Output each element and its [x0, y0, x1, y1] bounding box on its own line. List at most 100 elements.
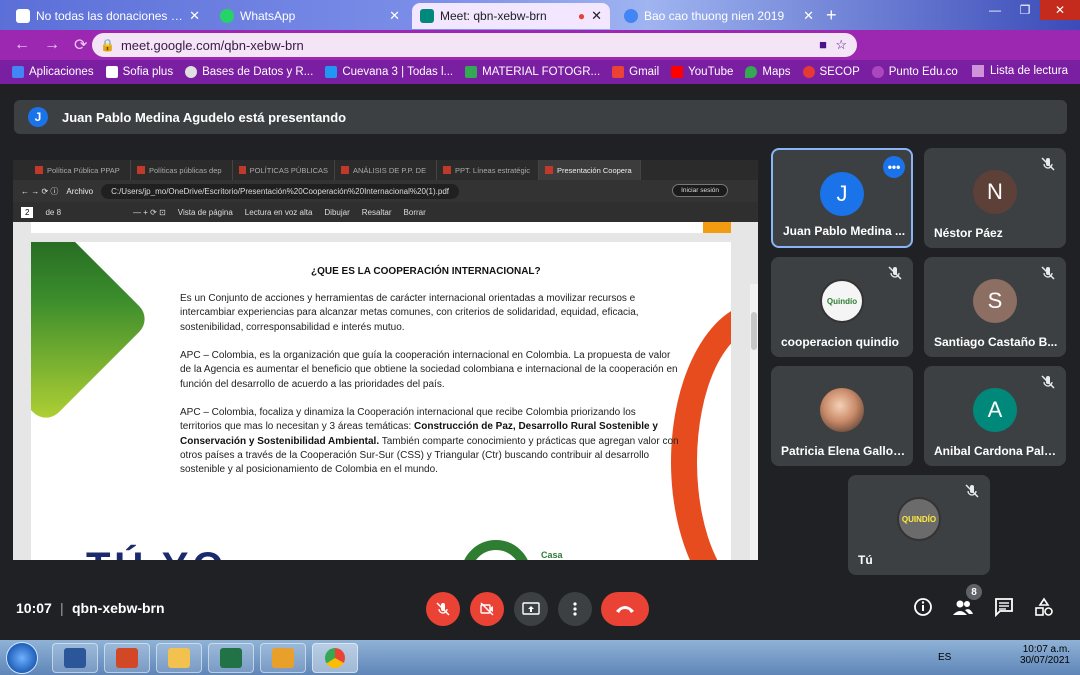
pdf-tool: Resaltar — [361, 207, 392, 217]
participant-tile-juan-pablo[interactable]: J ••• Juan Pablo Medina ... — [771, 148, 913, 248]
meeting-info-button[interactable] — [912, 596, 934, 618]
tab-label: Bao cao thuong nien 2019 — [644, 9, 785, 23]
browser-tab-3[interactable]: Meet: qbn-xebw-brn ● ✕ — [412, 3, 610, 29]
present-screen-button[interactable] — [514, 592, 548, 626]
new-tab-button[interactable]: + — [826, 5, 837, 26]
mic-off-icon — [965, 484, 979, 498]
camera-icon[interactable]: ■ — [819, 37, 827, 52]
clock-date: 30/07/2021 — [1019, 655, 1070, 666]
pdf-icon — [239, 166, 246, 174]
present-icon — [522, 602, 540, 615]
close-window-button[interactable]: ✕ — [1040, 0, 1080, 20]
bookmark-puntoedu[interactable]: Punto Edu.co — [871, 66, 958, 78]
leave-call-button[interactable] — [601, 592, 649, 626]
folder-icon — [168, 648, 190, 668]
bookmark-label: Punto Edu.co — [888, 66, 958, 78]
participant-count-badge: 8 — [966, 584, 982, 600]
pdf-scrollbar — [750, 284, 758, 560]
more-options-button[interactable] — [558, 592, 592, 626]
secop-icon — [802, 66, 815, 78]
cuevana-icon — [325, 66, 338, 78]
shared-tab-label: PPT. Líneas estratégic — [455, 165, 531, 175]
browser-toolbar: ← → ⟳ 🔒 meet.google.com/qbn-xebw-brn ■ ☆ — [0, 30, 1080, 80]
shared-sign-in: Iniciar sesión — [672, 184, 728, 197]
forward-button[interactable]: → — [44, 36, 60, 54]
bookmark-bases[interactable]: Bases de Datos y R... — [185, 66, 313, 78]
participant-tile-santiago[interactable]: S Santiago Castaño B... — [924, 257, 1066, 357]
mic-off-icon — [1041, 266, 1055, 280]
back-button[interactable]: ← — [14, 36, 30, 54]
shared-browser-tabs: Política Pública PPAP Políticas públicas… — [13, 160, 758, 180]
reload-button[interactable]: ⟳ — [74, 35, 87, 55]
participant-name: cooperacion quindio — [781, 335, 900, 349]
bookmark-apps[interactable]: Aplicaciones — [12, 66, 94, 78]
participant-tile-cooperacion-quindio[interactable]: Quindío cooperacion quindio — [771, 257, 913, 357]
minimize-button[interactable]: — — [980, 0, 1010, 20]
mic-toggle-button[interactable] — [426, 592, 460, 626]
chat-button[interactable] — [993, 596, 1015, 618]
camera-off-icon — [480, 602, 494, 616]
participant-tile-nestor[interactable]: N Néstor Páez — [924, 148, 1066, 248]
quindio-logo-text: QUINDÍO — [901, 514, 937, 524]
casa-logo — [461, 540, 531, 560]
taskbar-excel-button[interactable] — [208, 643, 254, 673]
pdf-page-number: 2 — [21, 206, 34, 218]
bookmark-material[interactable]: MATERIAL FOTOGR... — [465, 66, 600, 78]
maximize-button[interactable]: ❐ — [1010, 0, 1040, 20]
media-player-icon — [272, 648, 294, 668]
bookmark-label: SECOP — [819, 66, 860, 78]
taskbar-chrome-button[interactable] — [312, 643, 358, 673]
bookmark-youtube[interactable]: YouTube — [671, 66, 733, 78]
meeting-separator: | — [60, 600, 64, 616]
taskbar-word-button[interactable] — [52, 643, 98, 673]
taskbar-media-button[interactable] — [260, 643, 306, 673]
participant-tile-patricia[interactable]: Patricia Elena Gallo ... — [771, 366, 913, 466]
tab-label: Meet: qbn-xebw-brn — [440, 9, 547, 23]
participant-tile-anibal[interactable]: A Anibal Cardona Pala... — [924, 366, 1066, 466]
taskbar-powerpoint-button[interactable] — [104, 643, 150, 673]
shared-file-path: C:/Users/jp_mo/OneDrive/Escritorio/Prese… — [101, 183, 460, 199]
browser-tab-1[interactable]: No todas las donaciones a N... ✕ — [8, 3, 208, 29]
tab-close-icon[interactable]: ✕ — [189, 8, 200, 24]
bookmark-gmail[interactable]: Gmail — [612, 66, 659, 78]
shared-nav-icons: ← → ⟳ ⓘ — [21, 186, 59, 196]
zoom-icons: — + ⟳ ⊡ — [133, 207, 166, 217]
star-icon[interactable]: ☆ — [835, 37, 847, 53]
sofia-icon — [105, 66, 118, 78]
shared-tab-active: Presentación Coopera — [539, 160, 641, 180]
reading-list-button[interactable]: Lista de lectura — [972, 65, 1068, 77]
pdf-icon — [35, 166, 43, 174]
shared-tab-label: Política Pública PPAP — [47, 165, 120, 175]
participant-avatar: S — [973, 279, 1017, 323]
browser-tab-2[interactable]: WhatsApp ✕ — [212, 3, 408, 29]
shared-tab: POLÍTICAS PÚBLICAS — [233, 160, 335, 180]
keyboard-language[interactable]: ES — [938, 652, 951, 663]
tab-close-icon[interactable]: ✕ — [591, 8, 602, 24]
tab-close-icon[interactable]: ✕ — [803, 8, 814, 24]
mic-off-icon — [436, 602, 450, 616]
start-button[interactable] — [6, 642, 38, 674]
pdf-tool: Vista de página — [177, 207, 233, 217]
shared-tab: Política Pública PPAP — [29, 160, 131, 180]
hang-up-icon — [616, 606, 634, 613]
globe-icon — [185, 66, 198, 78]
participant-name: Anibal Cardona Pala... — [934, 444, 1059, 458]
participant-photo — [820, 388, 864, 432]
bookmark-sofia[interactable]: Sofia plus — [105, 66, 173, 78]
participant-tile-self[interactable]: QUINDÍO Tú — [848, 475, 990, 575]
more-options-icon[interactable]: ••• — [883, 156, 905, 178]
bookmark-secop[interactable]: SECOP — [802, 66, 860, 78]
bookmark-cuevana[interactable]: Cuevana 3 | Todas l... — [325, 66, 453, 78]
browser-tab-4[interactable]: Bao cao thuong nien 2019 ✕ — [616, 3, 822, 29]
bookmark-maps[interactable]: Maps — [745, 66, 791, 78]
windows-taskbar: ES 10:07 a.m. 30/07/2021 — [0, 640, 1080, 675]
address-bar[interactable]: 🔒 meet.google.com/qbn-xebw-brn ■ ☆ — [92, 33, 857, 57]
pdf-page-total: de 8 — [45, 207, 62, 217]
doc-title: ¿QUE ES LA COOPERACIÓN INTERNACIONAL? — [311, 266, 541, 277]
tab-close-icon[interactable]: ✕ — [389, 8, 400, 24]
taskbar-explorer-button[interactable] — [156, 643, 202, 673]
camera-toggle-button[interactable] — [470, 592, 504, 626]
system-clock[interactable]: 10:07 a.m. 30/07/2021 — [1020, 644, 1070, 666]
bookmark-label: Bases de Datos y R... — [202, 66, 314, 78]
activities-button[interactable] — [1033, 596, 1055, 618]
